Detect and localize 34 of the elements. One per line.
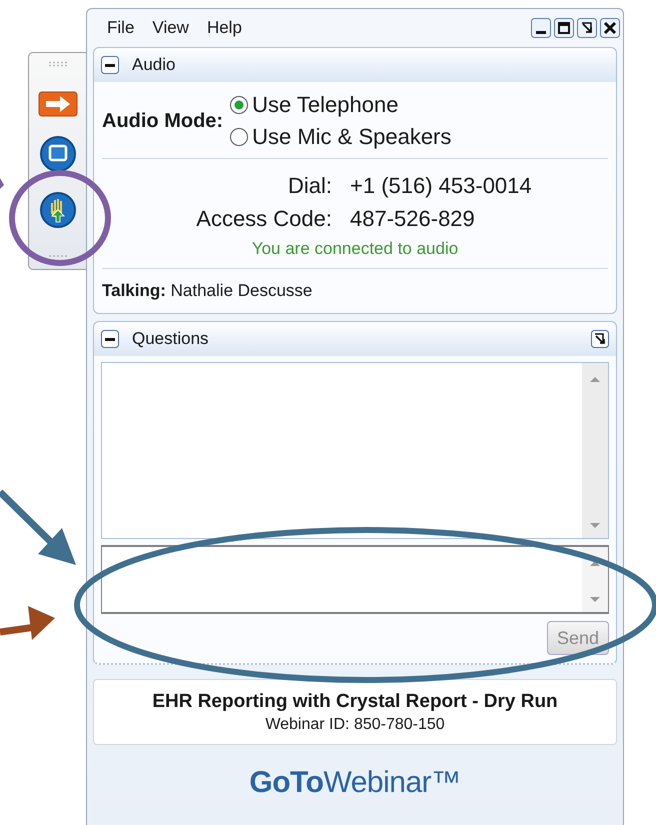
maximize-icon[interactable] [554, 18, 574, 38]
phone-number: +1 (516) 453-0014 [350, 172, 533, 200]
question-input[interactable] [101, 545, 609, 614]
logo: GoToWebinar™ [249, 766, 461, 800]
minimize-icon[interactable] [531, 18, 551, 38]
grip-icon[interactable] [48, 61, 68, 67]
arrow-annotation [0, 178, 4, 191]
panel-title: Questions [132, 329, 209, 349]
webinar-id: Webinar ID: 850-780-150 [265, 716, 445, 734]
arrow-annotation [0, 606, 55, 640]
scroll-down-icon[interactable] [589, 596, 601, 604]
panel-title: Audio [132, 55, 176, 75]
close-icon[interactable] [600, 18, 620, 38]
popout-icon[interactable] [591, 330, 609, 348]
restore-icon[interactable] [577, 18, 597, 38]
scrollbar[interactable] [582, 547, 608, 612]
radio-option[interactable]: Use Mic & Speakers [229, 122, 452, 152]
dial-label: Dial: [286, 172, 332, 200]
window-icon[interactable] [38, 135, 76, 173]
access-code: 487-526-829 [350, 205, 476, 233]
menu-item[interactable]: View [152, 18, 189, 38]
menu-item[interactable]: Help [206, 18, 242, 38]
access-code-label: Access Code: [195, 205, 332, 233]
webinar-title: EHR Reporting with Crystal Report - Dry Run [152, 690, 558, 712]
hand-icon[interactable] [38, 191, 76, 229]
menu-item[interactable]: File [107, 18, 134, 38]
talking-text: Talking: Nathalie Descusse [101, 280, 314, 302]
connection-status: You are connected to audio [252, 239, 458, 259]
audio-mode-label: Audio Mode: [102, 110, 224, 132]
grip-icon[interactable] [48, 253, 68, 259]
collapse-icon[interactable] [101, 56, 119, 74]
scroll-up-icon[interactable] [589, 559, 601, 567]
radio-option[interactable]: Use Telephone [229, 90, 452, 120]
collapse-icon[interactable] [101, 330, 119, 348]
